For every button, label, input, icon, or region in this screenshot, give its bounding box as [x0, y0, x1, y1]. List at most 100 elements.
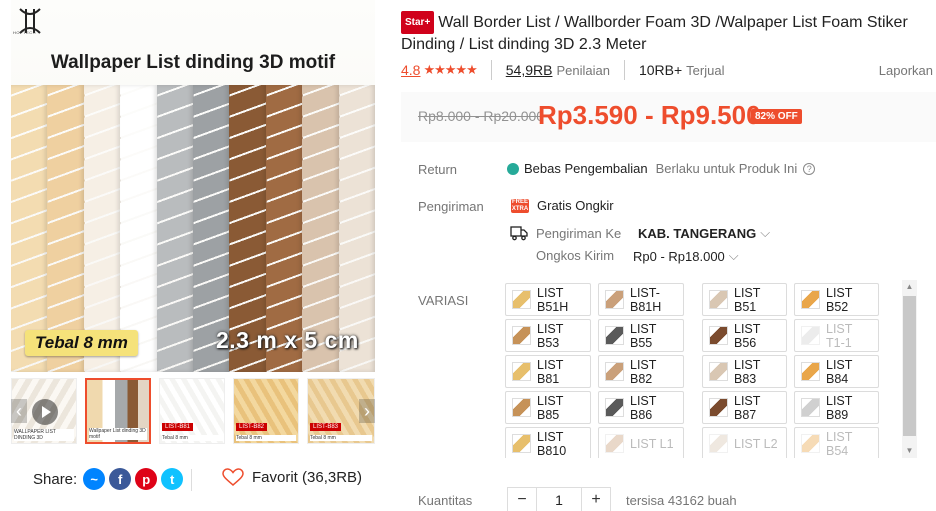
variant-label: LIST L1 — [630, 436, 674, 451]
variant-label: LIST B55 — [630, 321, 657, 350]
divider — [490, 60, 492, 80]
variant-option[interactable]: LIST B52 — [794, 283, 879, 316]
variant-option[interactable]: LIST B89 — [794, 391, 879, 424]
quantity-stepper: − 1 + tersisa 43162 buah — [507, 487, 737, 511]
variant-swatch-icon — [605, 290, 624, 309]
wallpaper-strip — [156, 85, 194, 372]
rating-value[interactable]: 4.8 — [401, 62, 420, 78]
quantity-increase-button[interactable]: + — [581, 487, 611, 511]
thumbnail-caption: Tebal 8 mm — [236, 435, 296, 441]
variant-swatch-icon — [801, 398, 820, 417]
variant-swatch-icon — [801, 326, 820, 345]
quantity-decrease-button[interactable]: − — [507, 487, 537, 511]
variant-label: LIST L2 — [734, 436, 778, 451]
variant-option[interactable]: LIST B85 — [505, 391, 591, 424]
return-note: Berlaku untuk Produk Ini — [655, 161, 798, 176]
variant-swatch-icon — [801, 290, 820, 309]
shipping-cost-value: Rp0 - Rp18.000 — [633, 248, 725, 264]
variant-option[interactable]: LIST B56 — [702, 319, 787, 352]
thumbnail-3[interactable]: LIST-B81 Tebal 8 mm — [159, 378, 225, 444]
twitter-icon[interactable]: t — [161, 468, 184, 490]
thumbnail-strip: WALLPAPER LIST DINDING 3D Wallpaper List… — [11, 378, 375, 444]
variant-swatch-icon — [605, 326, 624, 345]
variant-label: LIST B81 — [537, 357, 564, 386]
variant-option[interactable]: LIST B55 — [598, 319, 684, 352]
thickness-badge: Tebal 8 mm — [25, 330, 138, 356]
return-value: Bebas Pengembalian — [524, 161, 648, 176]
thumbnail-tag: LIST-B82 — [236, 423, 268, 431]
variant-option[interactable]: LIST-B81H — [598, 283, 684, 316]
variant-label: LIST B83 — [734, 357, 761, 386]
shipping-cost-label: Ongkos Kirim — [536, 248, 615, 263]
main-product-image[interactable]: HOPTECH Wallpaper List dinding 3D motif … — [11, 0, 375, 372]
variant-swatch-icon — [512, 290, 531, 309]
ship-to-selector[interactable]: KAB. TANGERANG ⌵ — [638, 225, 770, 241]
thumbnail-2[interactable]: Wallpaper List dinding 3D motif — [85, 378, 151, 444]
variant-option[interactable]: LIST B81 — [505, 355, 591, 388]
variant-swatch-icon — [709, 398, 728, 417]
variant-option[interactable]: LIST B87 — [702, 391, 787, 424]
scroll-up-icon[interactable]: ▲ — [902, 280, 917, 294]
reviews-label: Penilaian — [556, 62, 610, 78]
variant-label: LIST B89 — [826, 393, 853, 422]
variant-swatch-icon — [605, 362, 624, 381]
variant-swatch-icon — [709, 362, 728, 381]
variant-scrollbar[interactable]: ▲ ▼ — [902, 280, 917, 458]
variant-option[interactable]: LIST B84 — [794, 355, 879, 388]
quantity-input[interactable]: 1 — [537, 487, 581, 511]
pinterest-icon[interactable]: p — [135, 468, 158, 490]
variant-option[interactable]: LIST B86 — [598, 391, 684, 424]
variant-swatch-icon — [512, 434, 531, 453]
product-title-text: Wall Border List / Wallborder Foam 3D /W… — [401, 14, 908, 53]
report-link[interactable]: Laporkan — [879, 63, 933, 78]
variant-label: LIST B53 — [537, 321, 564, 350]
variant-option[interactable]: LIST B82 — [598, 355, 684, 388]
stock-remaining: tersisa 43162 buah — [626, 492, 737, 508]
current-price: Rp3.590 - Rp9.500 — [538, 100, 761, 130]
variant-label: LIST B84 — [826, 357, 853, 386]
variant-option[interactable]: LIST T1-1 — [794, 319, 879, 352]
variant-option[interactable]: LIST L2 — [702, 427, 787, 458]
variant-label: LIST B85 — [537, 393, 564, 422]
scroll-down-icon[interactable]: ▼ — [902, 444, 917, 458]
help-icon[interactable]: ? — [803, 162, 816, 175]
thumbnail-4[interactable]: LIST-B82 Tebal 8 mm — [233, 378, 299, 444]
variant-option[interactable]: LIST B54 — [794, 427, 879, 458]
facebook-icon[interactable]: f — [109, 468, 132, 490]
scrollbar-thumb[interactable] — [903, 296, 916, 436]
variant-options: LIST B51H LIST-B81H LIST B51 LIST B52 LIST B… — [505, 283, 897, 458]
play-video-icon[interactable] — [32, 399, 58, 425]
variation-label: VARIASI — [418, 293, 469, 308]
sold-label: Terjual — [686, 62, 725, 78]
variant-option[interactable]: LIST B810 — [505, 427, 591, 458]
reviews-count[interactable]: 54,9RB — [506, 62, 553, 78]
variant-option[interactable]: LIST B53 — [505, 319, 591, 352]
variant-label: LIST B54 — [826, 429, 853, 458]
variant-option[interactable]: LIST B51H — [505, 283, 591, 316]
shipping-cost-selector[interactable]: Rp0 - Rp18.000 ⌵ — [633, 248, 739, 264]
chevron-down-icon: ⌵ — [728, 248, 739, 263]
variant-option[interactable]: LIST B51 — [702, 283, 787, 316]
return-info: Bebas Pengembalian Berlaku untuk Produk … — [507, 161, 816, 176]
variant-swatch-icon — [512, 398, 531, 417]
messenger-icon[interactable]: ~ — [83, 468, 106, 490]
free-return-icon — [507, 162, 519, 175]
variant-swatch-icon — [512, 326, 531, 345]
wallpaper-strip — [120, 85, 158, 372]
heart-icon — [222, 468, 244, 486]
product-title: Star+ Wall Border List / Wallborder Foam … — [401, 11, 921, 55]
favorite-button[interactable]: Favorit (36,3RB) — [222, 468, 362, 487]
return-label: Return — [418, 162, 458, 177]
thumbnail-prev-button[interactable]: ‹ — [11, 399, 27, 423]
thumbnail-next-button[interactable]: › — [359, 399, 375, 423]
sold-count: 10RB+ — [638, 62, 683, 78]
ship-to-row: Pengiriman Ke — [510, 225, 621, 241]
share-divider — [191, 469, 192, 491]
variant-label: LIST B82 — [630, 357, 657, 386]
variant-option[interactable]: LIST B83 — [702, 355, 787, 388]
variant-option[interactable]: LIST L1 — [598, 427, 684, 458]
favorite-label: Favorit (36,3RB) — [252, 469, 363, 486]
rating-stars-icon: ★★★★★ — [423, 62, 477, 77]
variant-swatch-icon — [512, 362, 531, 381]
shipping-label: Pengiriman — [418, 199, 484, 214]
